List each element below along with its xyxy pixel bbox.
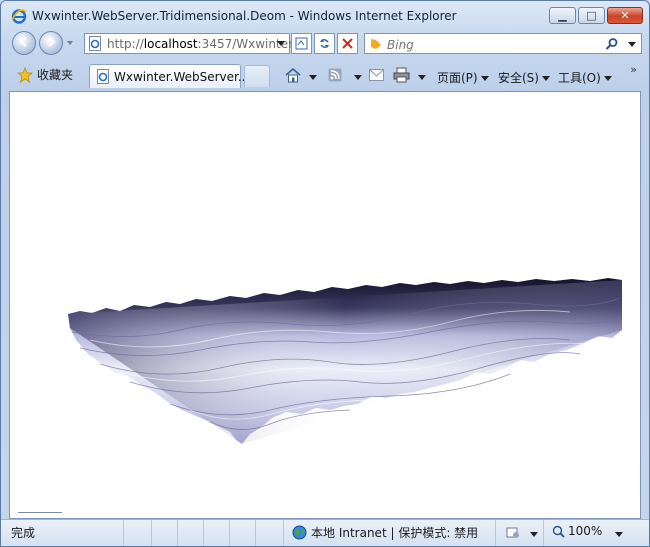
status-text: 完成 <box>11 526 36 540</box>
print-icon[interactable] <box>393 67 410 83</box>
favorites-bar: 收藏夹 Wxwinter.WebServer.... 页面(P) 安全(S) 工… <box>1 61 649 89</box>
popup-blocker-icon[interactable] <box>505 526 521 540</box>
status-divider <box>123 520 124 546</box>
globe-icon <box>292 525 307 540</box>
star-icon <box>17 66 33 83</box>
security-zone-label: 本地 Intranet | 保护模式: 禁用 <box>311 526 479 540</box>
page-icon <box>89 36 101 51</box>
back-button[interactable] <box>12 31 36 55</box>
safety-menu[interactable]: 安全(S) <box>498 69 550 86</box>
compatibility-button[interactable] <box>291 33 312 54</box>
address-bar[interactable]: http://localhost:3457/Wxwinter <box>84 33 293 54</box>
ie-logo-icon <box>11 9 27 24</box>
safety-menu-label: 安全(S) <box>498 71 539 85</box>
stop-icon <box>342 38 353 49</box>
zoom-label: 100% <box>568 524 603 538</box>
terrain-3d-view[interactable] <box>10 92 640 518</box>
bing-icon <box>371 39 381 49</box>
status-divider <box>177 520 178 546</box>
close-button[interactable]: ✕ <box>607 7 643 24</box>
page-content <box>9 91 641 519</box>
status-divider <box>283 520 284 546</box>
forward-icon <box>48 37 56 47</box>
caption-buttons: ▁ □ ✕ <box>547 7 643 24</box>
maximize-button[interactable]: □ <box>578 7 605 24</box>
minimize-button[interactable]: ▁ <box>549 7 576 24</box>
maximize-icon: □ <box>586 9 597 22</box>
url-host: localhost <box>143 37 198 51</box>
status-divider <box>203 520 204 546</box>
status-divider <box>543 520 544 546</box>
search-input[interactable] <box>385 36 579 53</box>
tools-menu[interactable]: 工具(O) <box>558 69 612 86</box>
scrollbar-stub <box>18 512 62 513</box>
tab-label: Wxwinter.WebServer.... <box>114 70 254 84</box>
stop-button[interactable] <box>337 33 358 54</box>
page-icon <box>97 69 109 84</box>
compatibility-icon <box>295 37 308 50</box>
search-dropdown[interactable] <box>628 42 636 47</box>
feeds-dropdown[interactable] <box>354 75 362 80</box>
home-dropdown[interactable] <box>309 75 317 80</box>
tab-active[interactable]: Wxwinter.WebServer.... <box>89 64 253 88</box>
title-bar: Wxwinter.WebServer.Tridimensional.Deom -… <box>1 1 649 29</box>
new-tab-button[interactable] <box>244 65 270 87</box>
back-icon <box>19 37 27 47</box>
status-divider <box>151 520 152 546</box>
more-commands-icon[interactable]: » <box>630 63 637 76</box>
search-icon[interactable] <box>605 37 619 51</box>
feeds-icon[interactable] <box>328 68 342 82</box>
minimize-icon: ▁ <box>558 9 567 22</box>
close-icon: ✕ <box>620 9 630 22</box>
status-divider <box>255 520 256 546</box>
page-menu-label: 页面(P) <box>437 71 478 85</box>
zoom-dropdown[interactable] <box>615 532 623 537</box>
page-menu[interactable]: 页面(P) <box>437 69 489 86</box>
url-prefix: http:// <box>107 37 144 51</box>
address-dropdown[interactable] <box>277 41 285 46</box>
tools-menu-label: 工具(O) <box>558 71 601 85</box>
mail-icon[interactable] <box>369 69 384 81</box>
security-zone[interactable]: 本地 Intranet | 保护模式: 禁用 <box>292 524 478 541</box>
chevron-down-icon <box>541 76 550 81</box>
status-divider <box>495 520 496 546</box>
favorites-button[interactable]: 收藏夹 <box>17 66 73 83</box>
search-box[interactable] <box>364 33 642 54</box>
forward-button[interactable] <box>39 31 63 55</box>
navigation-bar: http://localhost:3457/Wxwinter <box>1 30 649 58</box>
home-icon[interactable] <box>284 67 302 83</box>
print-dropdown[interactable] <box>418 75 426 80</box>
address-url[interactable]: http://localhost:3457/Wxwinter <box>107 37 293 51</box>
zoom-icon <box>552 525 565 538</box>
status-divider <box>229 520 230 546</box>
popup-dropdown[interactable] <box>530 532 538 537</box>
chevron-down-icon <box>603 76 612 81</box>
refresh-button[interactable] <box>314 33 335 54</box>
recent-pages-dropdown[interactable] <box>67 41 73 45</box>
zoom-level[interactable]: 100% <box>552 524 602 538</box>
chevron-down-icon <box>480 76 489 81</box>
browser-window: Wxwinter.WebServer.Tridimensional.Deom -… <box>0 0 650 547</box>
status-bar: 完成 本地 Intranet | 保护模式: 禁用 100% <box>1 519 649 546</box>
refresh-icon <box>320 39 329 48</box>
favorites-label: 收藏夹 <box>37 68 74 82</box>
window-title: Wxwinter.WebServer.Tridimensional.Deom -… <box>32 9 457 23</box>
